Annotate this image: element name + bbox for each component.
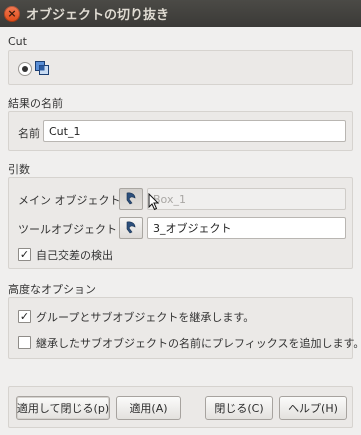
pointer-select-icon (124, 191, 138, 208)
advanced-group: ✓ グループとサブオブジェクトを継承します。 継承したサブオブジェクトの名前にプ… (8, 297, 361, 359)
apply-button[interactable]: 適用(A) (116, 396, 181, 420)
checkmark-icon: ✓ (19, 248, 30, 261)
self-intersection-label: 自己交差の検出 (36, 249, 113, 262)
close-window-button[interactable]: × (4, 5, 20, 22)
cut-section-label: Cut (8, 35, 27, 48)
close-button[interactable]: 閉じる(C) (205, 396, 273, 420)
title-bar: × オブジェクトの切り抜き (0, 0, 361, 27)
inherit-groups-checkbox[interactable]: ✓ (18, 310, 31, 323)
name-input[interactable] (43, 120, 346, 142)
arguments-section-label: 引数 (8, 163, 30, 176)
cut-group (8, 50, 353, 85)
main-object-label: メイン オブジェクト (18, 194, 121, 207)
main-object-field (147, 188, 346, 210)
help-button[interactable]: ヘルプ(H) (279, 396, 347, 420)
result-name-section-label: 結果の名前 (8, 97, 63, 110)
self-intersection-checkbox[interactable]: ✓ (18, 248, 31, 261)
cut-mode-radio[interactable] (18, 62, 32, 76)
pointer-select-icon (124, 220, 138, 237)
window-title: オブジェクトの切り抜き (26, 8, 170, 23)
result-name-group: 名前 (8, 111, 353, 151)
main-object-select-button[interactable] (119, 188, 143, 210)
name-label: 名前 (18, 127, 40, 140)
arguments-group: メイン オブジェクト ツールオブジェクト ✓ 自己交差の検出 (8, 177, 353, 269)
inherit-groups-label: グループとサブオブジェクトを継承します。 (36, 311, 255, 324)
apply-and-close-button[interactable]: 適用して閉じる(p) (16, 396, 110, 420)
add-prefix-label: 継承したサブオブジェクトの名前にプレフィックスを追加します。 (36, 337, 361, 350)
button-bar: 適用して閉じる(p) 適用(A) 閉じる(C) ヘルプ(H) (8, 386, 353, 428)
close-icon: × (7, 7, 17, 20)
boolean-cut-icon (34, 60, 50, 76)
tool-object-field[interactable] (147, 217, 346, 239)
checkmark-icon: ✓ (19, 310, 30, 323)
add-prefix-checkbox[interactable] (18, 336, 31, 349)
tool-object-label: ツールオブジェクト (18, 223, 117, 236)
tool-object-select-button[interactable] (119, 217, 143, 239)
mouse-cursor-icon (148, 192, 160, 214)
advanced-section-label: 高度なオプション (8, 283, 96, 296)
